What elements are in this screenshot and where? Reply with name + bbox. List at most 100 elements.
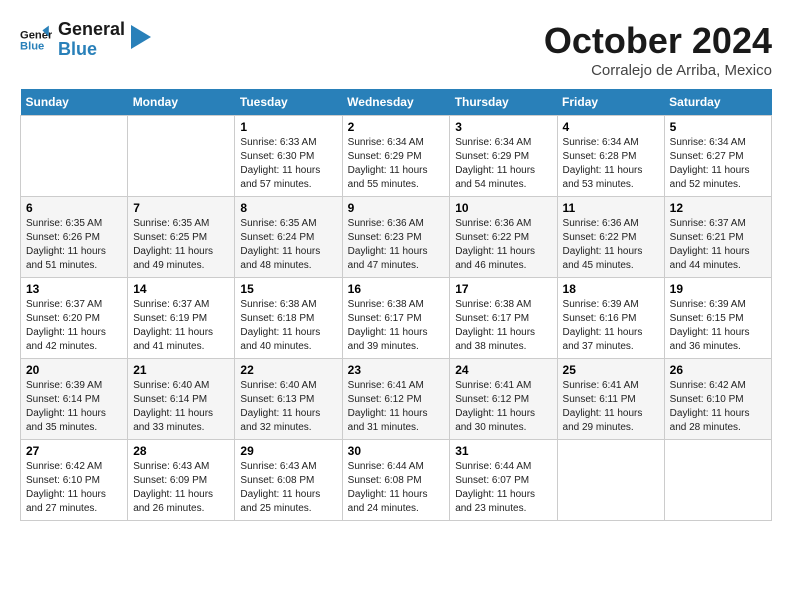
day-info: Sunrise: 6:35 AM Sunset: 6:26 PM Dayligh… <box>26 217 122 273</box>
day-info: Sunrise: 6:34 AM Sunset: 6:29 PM Dayligh… <box>348 136 445 192</box>
title-block: October 2024 Corralejo de Arriba, Mexico <box>544 20 772 79</box>
calendar-week-row: 20 Sunrise: 6:39 AM Sunset: 6:14 PM Dayli… <box>21 359 772 440</box>
logo-text: General <box>58 20 125 40</box>
calendar-cell: 2 Sunrise: 6:34 AM Sunset: 6:29 PM Daylig… <box>342 116 450 197</box>
day-number: 22 <box>240 363 336 377</box>
calendar-cell: 19 Sunrise: 6:39 AM Sunset: 6:15 PM Dayli… <box>664 278 771 359</box>
calendar-cell: 23 Sunrise: 6:41 AM Sunset: 6:12 PM Dayli… <box>342 359 450 440</box>
calendar-cell: 22 Sunrise: 6:40 AM Sunset: 6:13 PM Dayli… <box>235 359 342 440</box>
day-number: 3 <box>455 120 551 134</box>
day-info: Sunrise: 6:40 AM Sunset: 6:13 PM Dayligh… <box>240 379 336 435</box>
calendar-cell: 27Sunrise: 6:42 AM Sunset: 6:10 PM Dayli… <box>21 440 128 521</box>
weekday-header-row: SundayMondayTuesdayWednesdayThursdayFrid… <box>21 89 772 116</box>
day-number: 13 <box>26 282 122 296</box>
day-number: 9 <box>348 201 445 215</box>
day-number: 18 <box>563 282 659 296</box>
day-number: 19 <box>670 282 766 296</box>
calendar-cell: 7Sunrise: 6:35 AM Sunset: 6:25 PM Daylig… <box>128 197 235 278</box>
day-number: 7 <box>133 201 229 215</box>
day-number: 28 <box>133 444 229 458</box>
day-info: Sunrise: 6:43 AM Sunset: 6:09 PM Dayligh… <box>133 460 229 516</box>
day-info: Sunrise: 6:35 AM Sunset: 6:24 PM Dayligh… <box>240 217 336 273</box>
calendar-cell: 25 Sunrise: 6:41 AM Sunset: 6:11 PM Dayli… <box>557 359 664 440</box>
weekday-header: Thursday <box>450 89 557 116</box>
day-info: Sunrise: 6:36 AM Sunset: 6:22 PM Dayligh… <box>455 217 551 273</box>
day-info: Sunrise: 6:42 AM Sunset: 6:10 PM Dayligh… <box>670 379 766 435</box>
day-number: 6 <box>26 201 122 215</box>
day-number: 10 <box>455 201 551 215</box>
day-number: 14 <box>133 282 229 296</box>
calendar-cell: 26 Sunrise: 6:42 AM Sunset: 6:10 PM Dayli… <box>664 359 771 440</box>
day-info: Sunrise: 6:33 AM Sunset: 6:30 PM Dayligh… <box>240 136 336 192</box>
day-number: 8 <box>240 201 336 215</box>
day-number: 5 <box>670 120 766 134</box>
day-info: Sunrise: 6:37 AM Sunset: 6:19 PM Dayligh… <box>133 298 229 354</box>
calendar-cell: 6 Sunrise: 6:35 AM Sunset: 6:26 PM Daylig… <box>21 197 128 278</box>
calendar-cell: 24 Sunrise: 6:41 AM Sunset: 6:12 PM Dayli… <box>450 359 557 440</box>
calendar-cell <box>664 440 771 521</box>
calendar-week-row: 1 Sunrise: 6:33 AM Sunset: 6:30 PM Daylig… <box>21 116 772 197</box>
day-info: Sunrise: 6:38 AM Sunset: 6:17 PM Dayligh… <box>455 298 551 354</box>
calendar-cell: 28 Sunrise: 6:43 AM Sunset: 6:09 PM Dayli… <box>128 440 235 521</box>
weekday-header: Wednesday <box>342 89 450 116</box>
calendar-cell: 31 Sunrise: 6:44 AM Sunset: 6:07 PM Dayli… <box>450 440 557 521</box>
calendar-cell: 16Sunrise: 6:38 AM Sunset: 6:17 PM Dayli… <box>342 278 450 359</box>
day-info: Sunrise: 6:34 AM Sunset: 6:27 PM Dayligh… <box>670 136 766 192</box>
day-number: 1 <box>240 120 336 134</box>
weekday-header: Tuesday <box>235 89 342 116</box>
weekday-header: Monday <box>128 89 235 116</box>
month-title: October 2024 <box>544 20 772 62</box>
calendar-cell: 21 Sunrise: 6:40 AM Sunset: 6:14 PM Dayli… <box>128 359 235 440</box>
weekday-header: Saturday <box>664 89 771 116</box>
calendar-cell: 1 Sunrise: 6:33 AM Sunset: 6:30 PM Daylig… <box>235 116 342 197</box>
day-info: Sunrise: 6:39 AM Sunset: 6:14 PM Dayligh… <box>26 379 122 435</box>
calendar-week-row: 27Sunrise: 6:42 AM Sunset: 6:10 PM Dayli… <box>21 440 772 521</box>
logo: General Blue General Blue <box>20 20 151 60</box>
day-number: 11 <box>563 201 659 215</box>
day-number: 25 <box>563 363 659 377</box>
day-info: Sunrise: 6:40 AM Sunset: 6:14 PM Dayligh… <box>133 379 229 435</box>
calendar-cell: 9 Sunrise: 6:36 AM Sunset: 6:23 PM Daylig… <box>342 197 450 278</box>
calendar-cell: 11Sunrise: 6:36 AM Sunset: 6:22 PM Dayli… <box>557 197 664 278</box>
calendar-cell: 3Sunrise: 6:34 AM Sunset: 6:29 PM Daylig… <box>450 116 557 197</box>
day-number: 4 <box>563 120 659 134</box>
calendar-cell: 8 Sunrise: 6:35 AM Sunset: 6:24 PM Daylig… <box>235 197 342 278</box>
day-number: 30 <box>348 444 445 458</box>
day-info: Sunrise: 6:44 AM Sunset: 6:08 PM Dayligh… <box>348 460 445 516</box>
day-info: Sunrise: 6:41 AM Sunset: 6:11 PM Dayligh… <box>563 379 659 435</box>
day-info: Sunrise: 6:41 AM Sunset: 6:12 PM Dayligh… <box>348 379 445 435</box>
logo-subtext: Blue <box>58 40 125 60</box>
day-info: Sunrise: 6:41 AM Sunset: 6:12 PM Dayligh… <box>455 379 551 435</box>
calendar-cell: 5 Sunrise: 6:34 AM Sunset: 6:27 PM Daylig… <box>664 116 771 197</box>
day-number: 2 <box>348 120 445 134</box>
calendar-table: SundayMondayTuesdayWednesdayThursdayFrid… <box>20 89 772 521</box>
day-info: Sunrise: 6:42 AM Sunset: 6:10 PM Dayligh… <box>26 460 122 516</box>
day-info: Sunrise: 6:36 AM Sunset: 6:23 PM Dayligh… <box>348 217 445 273</box>
day-number: 26 <box>670 363 766 377</box>
calendar-cell: 13 Sunrise: 6:37 AM Sunset: 6:20 PM Dayli… <box>21 278 128 359</box>
day-info: Sunrise: 6:38 AM Sunset: 6:18 PM Dayligh… <box>240 298 336 354</box>
day-number: 21 <box>133 363 229 377</box>
day-info: Sunrise: 6:39 AM Sunset: 6:16 PM Dayligh… <box>563 298 659 354</box>
day-number: 24 <box>455 363 551 377</box>
logo-icon: General Blue <box>20 24 52 56</box>
day-info: Sunrise: 6:44 AM Sunset: 6:07 PM Dayligh… <box>455 460 551 516</box>
calendar-week-row: 6 Sunrise: 6:35 AM Sunset: 6:26 PM Daylig… <box>21 197 772 278</box>
calendar-week-row: 13 Sunrise: 6:37 AM Sunset: 6:20 PM Dayli… <box>21 278 772 359</box>
calendar-cell: 10 Sunrise: 6:36 AM Sunset: 6:22 PM Dayli… <box>450 197 557 278</box>
day-info: Sunrise: 6:37 AM Sunset: 6:20 PM Dayligh… <box>26 298 122 354</box>
day-info: Sunrise: 6:39 AM Sunset: 6:15 PM Dayligh… <box>670 298 766 354</box>
calendar-cell: 4Sunrise: 6:34 AM Sunset: 6:28 PM Daylig… <box>557 116 664 197</box>
calendar-cell <box>557 440 664 521</box>
calendar-cell: 30 Sunrise: 6:44 AM Sunset: 6:08 PM Dayli… <box>342 440 450 521</box>
calendar-cell <box>128 116 235 197</box>
svg-text:Blue: Blue <box>20 40 44 52</box>
calendar-cell: 12Sunrise: 6:37 AM Sunset: 6:21 PM Dayli… <box>664 197 771 278</box>
calendar-cell: 18 Sunrise: 6:39 AM Sunset: 6:16 PM Dayli… <box>557 278 664 359</box>
weekday-header: Sunday <box>21 89 128 116</box>
day-number: 31 <box>455 444 551 458</box>
day-number: 20 <box>26 363 122 377</box>
calendar-cell: 29Sunrise: 6:43 AM Sunset: 6:08 PM Dayli… <box>235 440 342 521</box>
day-number: 23 <box>348 363 445 377</box>
day-info: Sunrise: 6:38 AM Sunset: 6:17 PM Dayligh… <box>348 298 445 354</box>
